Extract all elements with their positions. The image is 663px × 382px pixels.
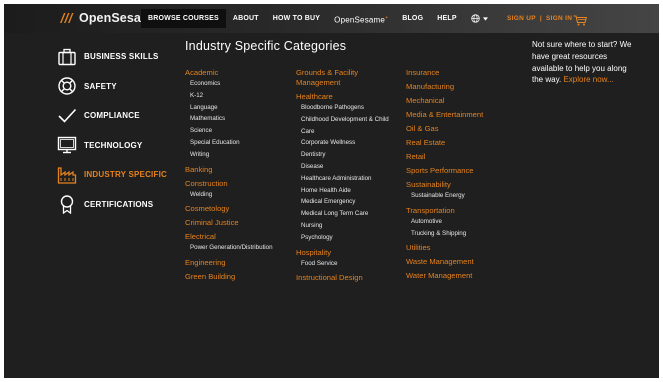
checkmark-icon xyxy=(56,105,78,127)
nav-plus-mark: + xyxy=(385,15,389,21)
main-nav: BROWSE COURSES ABOUT HOW TO BUY OpenSesa… xyxy=(141,9,495,28)
category-link[interactable]: Criminal Justice xyxy=(185,218,290,228)
subcategory-link[interactable]: Healthcare Administration xyxy=(296,173,401,185)
category-link[interactable]: Construction xyxy=(185,179,290,189)
subcategory-link[interactable]: Power Generation/Distribution xyxy=(185,242,290,254)
top-navigation-bar: OpenSesame BROWSE COURSES ABOUT HOW TO B… xyxy=(4,4,659,33)
subcategory-link[interactable]: Dentistry xyxy=(296,149,401,161)
nav-browse-courses[interactable]: BROWSE COURSES xyxy=(141,9,226,28)
ribbon-award-icon xyxy=(56,193,78,215)
category-link[interactable]: Instructional Design xyxy=(296,273,401,283)
auth-separator: | xyxy=(539,15,542,22)
cart-icon[interactable] xyxy=(573,13,588,26)
category-link[interactable]: Utilities xyxy=(406,243,511,253)
subcategory-link[interactable]: Special Education xyxy=(185,137,290,149)
page: OpenSesame BROWSE COURSES ABOUT HOW TO B… xyxy=(4,4,659,378)
sidebar-label-safety: SAFETY xyxy=(84,81,117,91)
subcategory-link[interactable]: Mathematics xyxy=(185,113,290,125)
category-link[interactable]: Water Management xyxy=(406,271,511,281)
category-link[interactable]: Green Building xyxy=(185,272,290,282)
help-callout: Not sure where to start? We have great r… xyxy=(532,39,632,86)
nav-opensesame-plus[interactable]: OpenSesame+ xyxy=(327,9,395,28)
subcategory-link[interactable]: Disease xyxy=(296,161,401,173)
sidebar-label-business-skills: BUSINESS SKILLS xyxy=(84,52,159,62)
sidebar: BUSINESS SKILLS SAFETY COMPLIANCE TECHNO… xyxy=(56,42,167,219)
subcategory-link[interactable]: K-12 xyxy=(185,90,290,102)
category-link[interactable]: Cosmetology xyxy=(185,204,290,214)
subcategory-link[interactable]: Automotive xyxy=(406,216,511,228)
subcategory-link[interactable]: Welding xyxy=(185,189,290,201)
subcategory-link[interactable]: Medical Emergency xyxy=(296,196,401,208)
nav-about[interactable]: ABOUT xyxy=(226,9,266,28)
language-selector[interactable] xyxy=(464,9,495,28)
category-link[interactable]: Engineering xyxy=(185,258,290,268)
category-link[interactable]: Insurance xyxy=(406,68,511,78)
category-link[interactable]: Manufacturing xyxy=(406,82,511,92)
sign-up-link[interactable]: SIGN UP xyxy=(507,15,536,22)
category-link[interactable]: Retail xyxy=(406,152,511,162)
sidebar-item-certifications[interactable]: CERTIFICATIONS xyxy=(56,190,167,220)
category-link[interactable]: Hospitality xyxy=(296,248,401,258)
nav-opensesame-label: OpenSesame xyxy=(334,15,386,25)
sidebar-label-certifications: CERTIFICATIONS xyxy=(84,199,154,209)
chevron-down-icon xyxy=(482,16,488,21)
sidebar-label-compliance: COMPLIANCE xyxy=(84,111,140,121)
subcategory-link[interactable]: Corporate Wellness xyxy=(296,137,401,149)
category-column-2: Grounds & Facility Management Healthcare B… xyxy=(296,68,401,283)
category-link[interactable]: Sustainability xyxy=(406,180,511,190)
subcategory-link[interactable]: Science xyxy=(185,125,290,137)
category-link[interactable]: Waste Management xyxy=(406,257,511,267)
globe-icon xyxy=(471,14,480,23)
nav-blog[interactable]: BLOG xyxy=(395,9,430,28)
auth-links: SIGN UP | SIGN IN xyxy=(507,9,572,28)
factory-icon xyxy=(56,164,78,186)
sidebar-label-technology: TECHNOLOGY xyxy=(84,140,143,150)
subcategory-link[interactable]: Writing xyxy=(185,149,290,161)
category-column-3: Insurance Manufacturing Mechanical Media & … xyxy=(406,68,511,281)
subcategory-link[interactable]: Bloodborne Pathogens xyxy=(296,102,401,114)
subcategory-link[interactable]: Childhood Development & Child Care xyxy=(296,114,401,138)
sidebar-item-technology[interactable]: TECHNOLOGY xyxy=(56,131,167,161)
sidebar-label-industry-specific: INDUSTRY SPECIFIC xyxy=(84,170,167,180)
category-link[interactable]: Banking xyxy=(185,165,290,175)
sidebar-item-compliance[interactable]: COMPLIANCE xyxy=(56,101,167,131)
subcategory-link[interactable]: Economics xyxy=(185,78,290,90)
logo-mark-icon xyxy=(58,11,76,25)
nav-help[interactable]: HELP xyxy=(430,9,463,28)
subcategory-link[interactable]: Psychology xyxy=(296,232,401,244)
category-link[interactable]: Mechanical xyxy=(406,96,511,106)
category-link[interactable]: Sports Performance xyxy=(406,166,511,176)
subcategory-link[interactable]: Trucking & Shipping xyxy=(406,228,511,240)
sidebar-item-business-skills[interactable]: BUSINESS SKILLS xyxy=(56,42,167,72)
subcategory-link[interactable]: Food Service xyxy=(296,258,401,270)
category-column-1: Academic Economics K-12 Language Mathematics… xyxy=(185,68,290,282)
sidebar-item-safety[interactable]: SAFETY xyxy=(56,72,167,102)
monitor-icon xyxy=(56,134,78,156)
life-ring-icon xyxy=(56,75,78,97)
sidebar-item-industry-specific[interactable]: INDUSTRY SPECIFIC xyxy=(56,160,167,190)
briefcase-icon xyxy=(56,46,78,68)
category-link[interactable]: Oil & Gas xyxy=(406,124,511,134)
subcategory-link[interactable]: Sustainable Energy xyxy=(406,190,511,202)
subcategory-link[interactable]: Nursing xyxy=(296,220,401,232)
category-link[interactable]: Grounds & Facility Management xyxy=(296,68,401,88)
explore-now-link[interactable]: Explore now... xyxy=(563,75,613,84)
category-link[interactable]: Transportation xyxy=(406,206,511,216)
page-title: Industry Specific Categories xyxy=(185,39,347,53)
category-link[interactable]: Electrical xyxy=(185,232,290,242)
subcategory-link[interactable]: Home Health Aide xyxy=(296,185,401,197)
subcategory-link[interactable]: Language xyxy=(185,102,290,114)
category-link[interactable]: Real Estate xyxy=(406,138,511,148)
subcategory-link[interactable]: Medical Long Term Care xyxy=(296,208,401,220)
category-link[interactable]: Healthcare xyxy=(296,92,401,102)
sign-in-link[interactable]: SIGN IN xyxy=(546,15,572,22)
category-link[interactable]: Academic xyxy=(185,68,290,78)
nav-how-to-buy[interactable]: HOW TO BUY xyxy=(266,9,327,28)
category-link[interactable]: Media & Entertainment xyxy=(406,110,511,120)
